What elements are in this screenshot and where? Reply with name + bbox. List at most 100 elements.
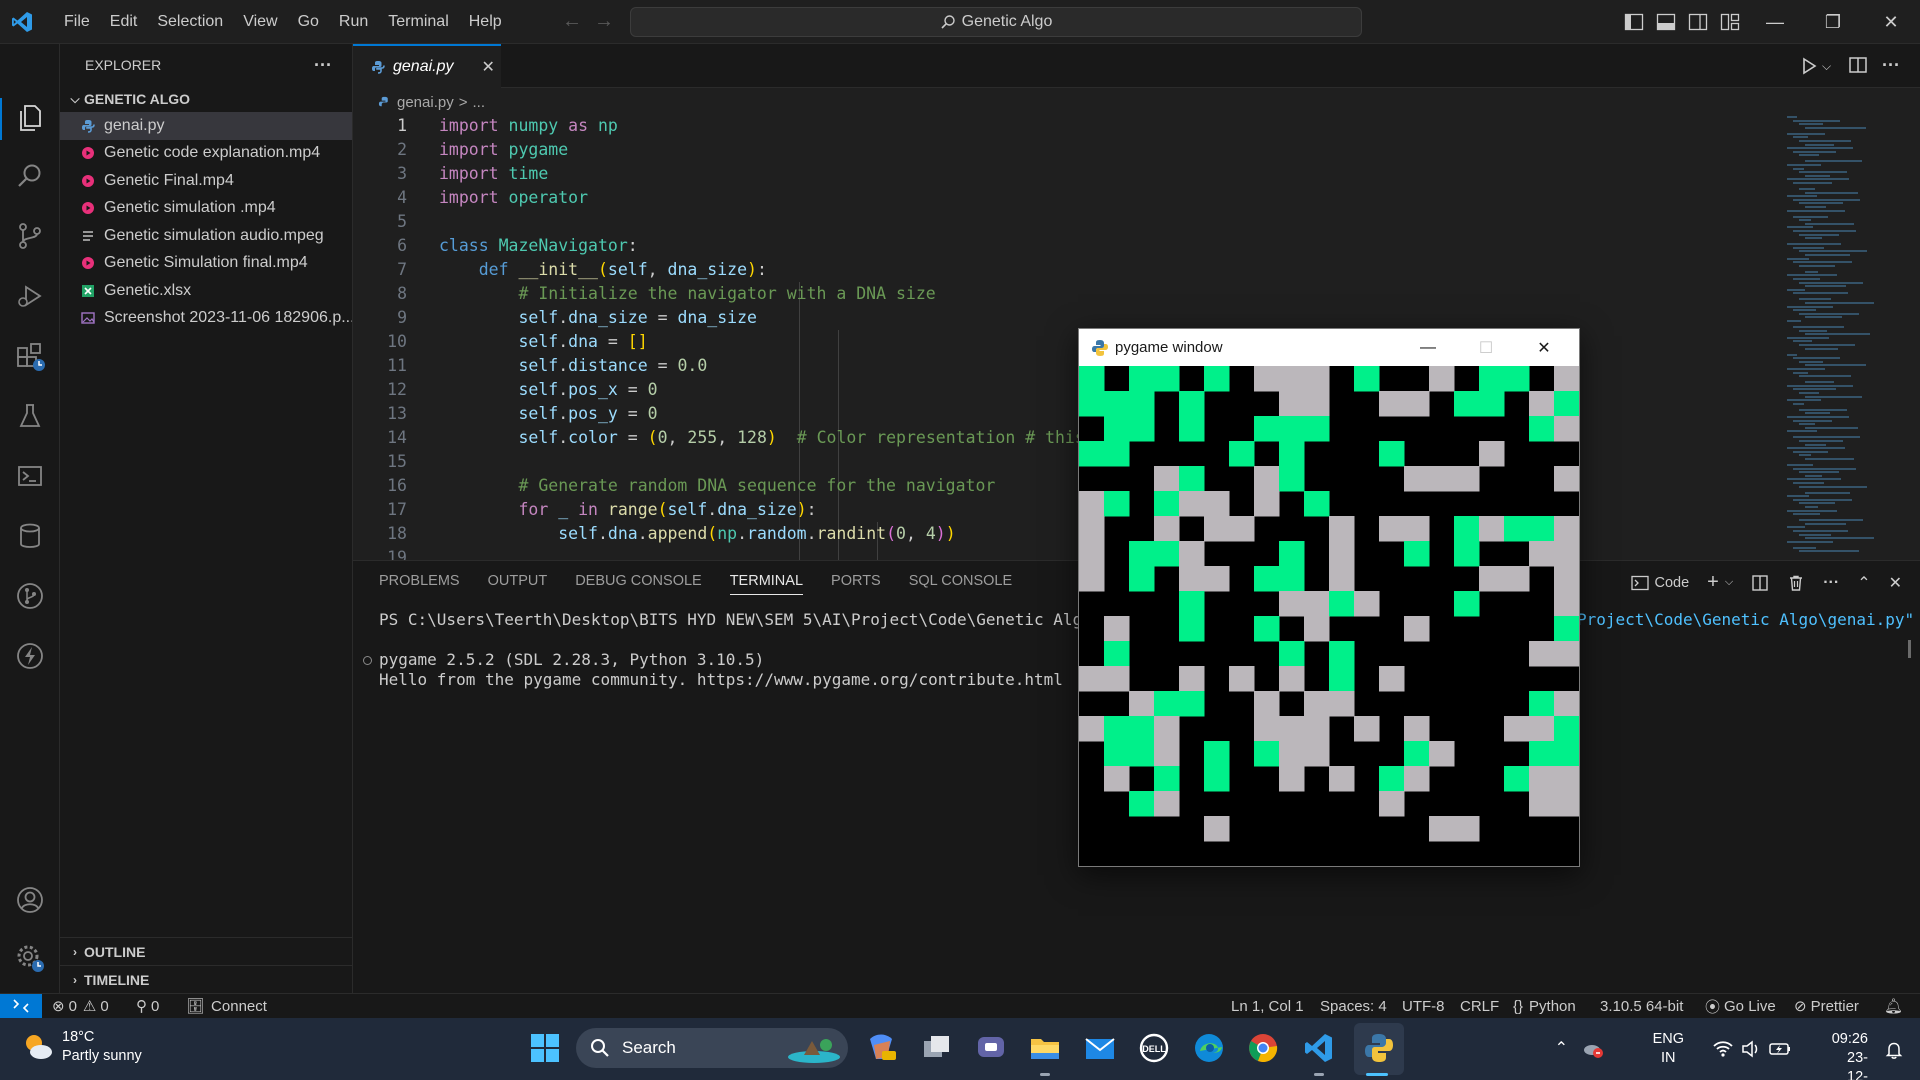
database-icon[interactable] — [14, 520, 46, 552]
menu-file[interactable]: File — [54, 0, 100, 44]
windows-start-icon[interactable] — [528, 1031, 562, 1065]
notifications-bell-icon[interactable]: 🔔︎ — [1884, 994, 1903, 1018]
cursor-position[interactable]: Ln 1, Col 1 — [1231, 994, 1304, 1018]
prettier-status[interactable]: ⊘ Prettier — [1794, 994, 1859, 1018]
menu-run[interactable]: Run — [329, 0, 378, 44]
pygame-window[interactable]: pygame window — ☐ ✕ — [1078, 328, 1580, 867]
file-item[interactable]: Genetic Final.mp4 — [60, 167, 352, 195]
extensions-icon[interactable] — [14, 340, 46, 372]
tab-ports[interactable]: PORTS — [831, 561, 881, 601]
file-item[interactable]: Genetic simulation audio.mpeg — [60, 222, 352, 250]
connect-status[interactable]: 🗄 Connect — [186, 994, 267, 1018]
dell-icon[interactable]: DELL — [1137, 1031, 1171, 1065]
git-graph-icon[interactable] — [14, 580, 46, 612]
tab-genai-py[interactable]: genai.py ✕ — [353, 44, 501, 88]
minimize-window-button[interactable]: — — [1746, 0, 1804, 44]
edge-browser-icon[interactable] — [1192, 1031, 1226, 1065]
task-view-icon[interactable] — [920, 1031, 954, 1065]
problems-status[interactable]: ⊗ 0 ⚠ 0 — [52, 994, 109, 1018]
weather-widget[interactable]: 18°C Partly sunny — [22, 1028, 142, 1066]
battery-charging-icon[interactable] — [1768, 1039, 1792, 1059]
explorer-icon[interactable] — [14, 102, 46, 134]
back-arrow-icon[interactable]: ← — [562, 10, 582, 33]
pygame-close-button[interactable]: ✕ — [1515, 329, 1573, 366]
terminal-scrollbar[interactable] — [1908, 640, 1911, 658]
maximize-panel-chevron-up-icon[interactable]: ⌃ — [1857, 573, 1870, 593]
wifi-icon[interactable] — [1712, 1039, 1734, 1059]
new-terminal-icon[interactable]: + — [1707, 571, 1719, 594]
terminal-dropdown-chevron-icon[interactable]: ⌵ — [1725, 576, 1733, 589]
go-live-button[interactable]: ⦿ Go Live — [1705, 994, 1776, 1018]
volume-icon[interactable] — [1740, 1039, 1762, 1059]
menu-go[interactable]: Go — [288, 0, 329, 44]
accounts-icon[interactable] — [14, 884, 46, 916]
menu-terminal[interactable]: Terminal — [378, 0, 458, 44]
pygame-maze-canvas[interactable] — [1079, 366, 1579, 866]
more-actions-icon[interactable]: ··· — [314, 55, 332, 76]
language-mode[interactable]: {} Python — [1513, 994, 1576, 1018]
onedrive-paused-icon[interactable] — [1582, 1038, 1604, 1060]
outline-section[interactable]: › OUTLINE — [60, 937, 353, 965]
file-item[interactable]: Genetic Simulation final.mp4 — [60, 250, 352, 278]
editor-more-actions-icon[interactable]: ··· — [1882, 55, 1904, 77]
pygame-maximize-button[interactable]: ☐ — [1457, 329, 1515, 366]
toggle-secondary-sidebar-icon[interactable] — [1688, 12, 1708, 32]
split-terminal-icon[interactable] — [1751, 574, 1769, 592]
input-language[interactable]: ENG IN — [1653, 1030, 1684, 1068]
terminal-view-icon[interactable] — [14, 460, 46, 492]
menu-selection[interactable]: Selection — [147, 0, 233, 44]
source-control-icon[interactable] — [14, 220, 46, 252]
run-and-debug-icon[interactable] — [14, 280, 46, 312]
split-editor-icon[interactable] — [1848, 55, 1870, 77]
kill-terminal-trash-icon[interactable] — [1787, 574, 1805, 592]
menu-edit[interactable]: Edit — [100, 0, 148, 44]
search-view-icon[interactable] — [14, 160, 46, 192]
file-item[interactable]: genai.py — [60, 112, 352, 140]
remote-window-icon[interactable] — [0, 994, 42, 1018]
customize-layout-icon[interactable] — [1720, 12, 1740, 32]
menu-help[interactable]: Help — [459, 0, 512, 44]
lightning-extension-icon[interactable] — [14, 640, 46, 672]
ports-status[interactable]: ⚲ 0 — [136, 994, 159, 1018]
mail-icon[interactable] — [1083, 1031, 1117, 1065]
run-python-file-icon[interactable] — [1798, 55, 1820, 77]
breadcrumb-symbol[interactable]: ... — [472, 94, 485, 111]
folder-genetic-algo[interactable]: ⌵ GENETIC ALGO — [60, 86, 352, 112]
command-decoration-icon[interactable] — [363, 656, 372, 665]
breadcrumb-file[interactable]: genai.py — [397, 94, 454, 111]
tab-output[interactable]: OUTPUT — [488, 561, 548, 601]
close-tab-icon[interactable]: ✕ — [482, 57, 495, 77]
file-item[interactable]: Screenshot 2023-11-06 182906.p... — [60, 305, 352, 333]
file-item[interactable]: Genetic.xlsx — [60, 277, 352, 305]
notification-bell-icon[interactable] — [1884, 1040, 1904, 1060]
show-hidden-icons-chevron-icon[interactable]: ⌃ — [1555, 1038, 1568, 1058]
testing-flask-icon[interactable] — [14, 400, 46, 432]
toggle-primary-sidebar-icon[interactable] — [1624, 12, 1644, 32]
python-interpreter[interactable]: 3.10.5 64-bit — [1600, 994, 1683, 1018]
teams-chat-icon[interactable] — [974, 1031, 1008, 1065]
restore-window-button[interactable]: ❐ — [1804, 0, 1862, 44]
pygame-minimize-button[interactable]: — — [1399, 329, 1457, 366]
minimap[interactable] — [1783, 114, 1903, 560]
close-panel-icon[interactable]: ✕ — [1889, 573, 1902, 593]
taskbar-search-box[interactable]: Search — [576, 1028, 848, 1068]
file-item[interactable]: Genetic simulation .mp4 — [60, 195, 352, 223]
file-explorer-icon[interactable] — [1028, 1031, 1062, 1065]
tab-debug-console[interactable]: DEBUG CONSOLE — [575, 561, 702, 601]
command-center-search[interactable]: Genetic Algo — [630, 7, 1362, 37]
terminal-prompt-line[interactable]: PS C:\Users\Teerth\Desktop\BITS HYD NEW\… — [379, 610, 1130, 630]
eol-status[interactable]: CRLF — [1460, 994, 1499, 1018]
encoding-status[interactable]: UTF-8 — [1402, 994, 1445, 1018]
tab-terminal[interactable]: TERMINAL — [729, 561, 804, 601]
file-item[interactable]: Genetic code explanation.mp4 — [60, 140, 352, 168]
panel-more-actions-icon[interactable]: ··· — [1823, 574, 1839, 592]
copilot-icon[interactable] — [864, 1031, 898, 1065]
menu-view[interactable]: View — [233, 0, 287, 44]
vscode-logo-icon[interactable] — [10, 10, 34, 34]
manage-gear-icon[interactable] — [14, 942, 46, 974]
tab-sql-console[interactable]: SQL CONSOLE — [909, 561, 1012, 601]
python-taskbar-icon[interactable] — [1362, 1031, 1396, 1065]
timeline-section[interactable]: › TIMELINE — [60, 965, 353, 993]
forward-arrow-icon[interactable]: → — [594, 10, 614, 33]
tab-problems[interactable]: PROBLEMS — [379, 561, 460, 601]
